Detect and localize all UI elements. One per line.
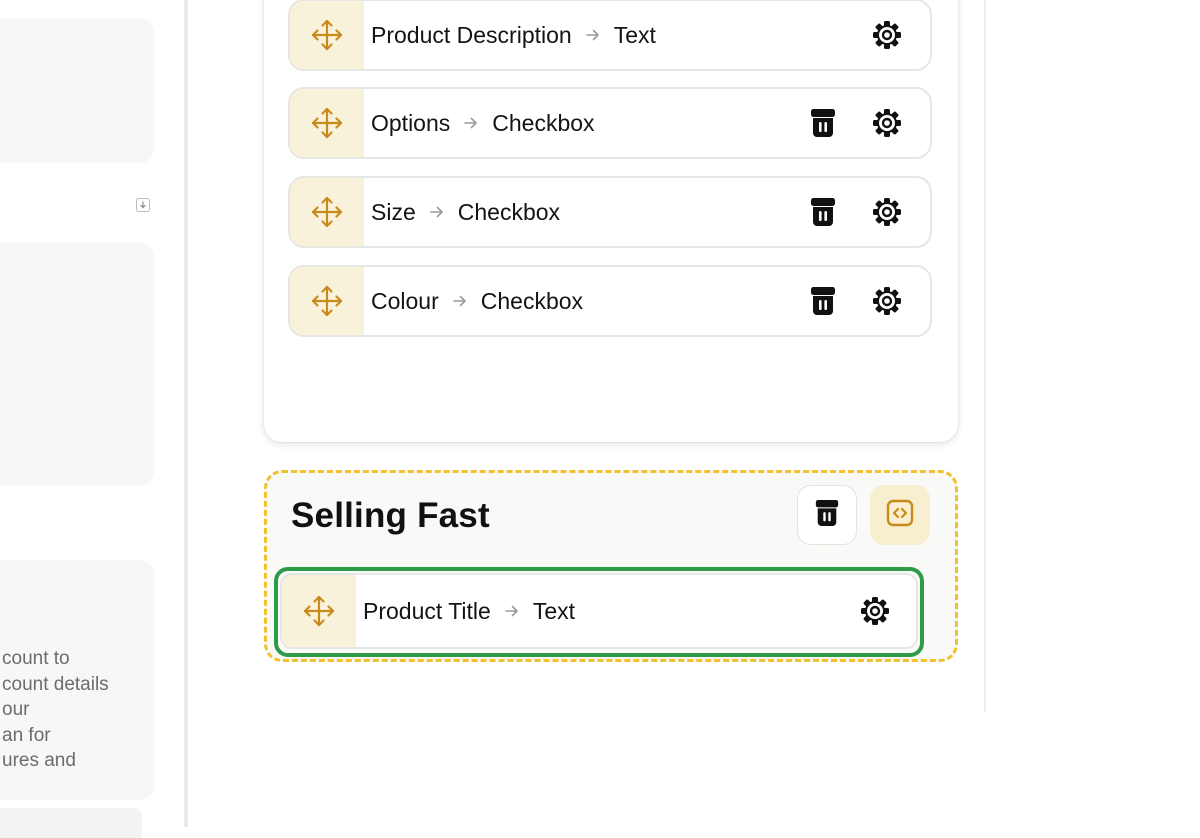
move-arrows-icon[interactable] — [290, 267, 364, 335]
field-row-colour[interactable]: Colour Checkbox — [288, 265, 932, 337]
move-arrows-icon[interactable] — [290, 1, 364, 69]
field-name: Size — [371, 198, 416, 225]
left-card — [0, 18, 154, 163]
gear-icon[interactable] — [858, 594, 892, 628]
gear-icon[interactable] — [870, 195, 904, 229]
left-card — [0, 243, 154, 486]
left-card — [0, 808, 142, 838]
move-arrows-icon[interactable] — [290, 89, 364, 157]
move-arrows-icon[interactable] — [282, 575, 356, 647]
download-icon[interactable] — [136, 198, 150, 212]
description-line: ures and — [2, 750, 76, 771]
trash-icon[interactable] — [806, 195, 840, 229]
trash-icon[interactable] — [806, 106, 840, 140]
trash-icon — [814, 498, 840, 533]
field-row-size[interactable]: Size Checkbox — [288, 176, 932, 248]
panel-divider — [184, 0, 188, 827]
arrow-right-icon — [585, 29, 600, 41]
arrow-right-icon — [452, 295, 467, 307]
left-panel: count to count details our an for ures a… — [0, 0, 186, 838]
description-line: our — [2, 699, 30, 720]
code-section-button[interactable] — [870, 485, 930, 545]
field-row-product-description[interactable]: Product Description Text — [288, 0, 932, 71]
gear-icon[interactable] — [870, 18, 904, 52]
description-line: count details — [2, 673, 109, 695]
gear-icon[interactable] — [870, 284, 904, 318]
panel-divider — [984, 0, 986, 712]
field-name: Product Title — [363, 597, 491, 624]
field-name: Colour — [371, 287, 439, 314]
move-arrows-icon[interactable] — [290, 178, 364, 246]
left-description: count to count details our an for ures a… — [2, 646, 152, 774]
arrow-right-icon — [429, 206, 444, 218]
field-type: Checkbox — [480, 287, 584, 314]
code-icon — [885, 498, 915, 533]
field-name: Options — [371, 109, 451, 136]
field-type: Text — [613, 21, 656, 48]
trash-icon[interactable] — [806, 284, 840, 318]
field-type: Checkbox — [492, 109, 595, 136]
section-title: Selling Fast — [291, 496, 490, 535]
description-line: an for — [2, 724, 51, 746]
arrow-right-icon — [505, 605, 519, 617]
field-row-options[interactable]: Options Checkbox — [288, 87, 932, 159]
field-name: Product Description — [371, 21, 572, 48]
description-line: count to — [2, 648, 70, 669]
field-row-product-title[interactable]: Product Title Text — [280, 573, 918, 649]
gear-icon[interactable] — [870, 106, 904, 140]
delete-section-button[interactable] — [797, 485, 857, 545]
field-type: Text — [532, 597, 576, 624]
field-type: Checkbox — [457, 198, 561, 225]
arrow-right-icon — [464, 117, 478, 129]
